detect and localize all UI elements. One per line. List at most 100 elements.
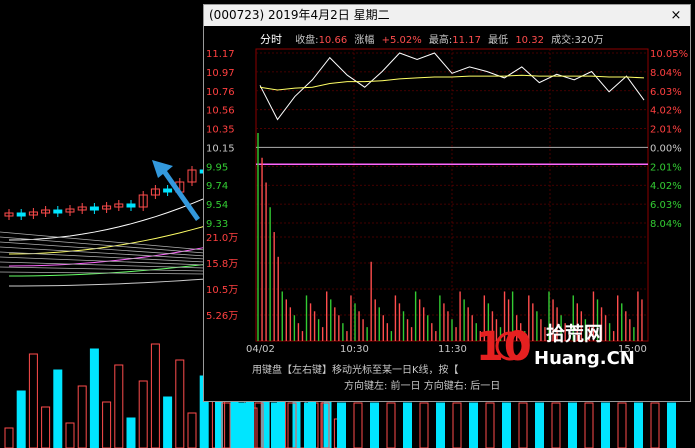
- volume-bar: [16, 390, 26, 448]
- volume-bar: [138, 380, 148, 448]
- price-tick-label: 10.97: [206, 68, 235, 79]
- volume-tick-label: 10.5万: [206, 285, 238, 296]
- volume-tick-label: 15.8万: [206, 259, 238, 270]
- close-label: 收盘:: [295, 35, 319, 46]
- time-tick-label: 11:30: [438, 344, 467, 355]
- candle-body: [126, 203, 136, 208]
- volume-bar: [163, 396, 173, 448]
- volume-bar: [77, 385, 87, 448]
- change-label: 涨幅: [354, 35, 375, 46]
- volume-axis: 21.0万 15.8万 10.5万 5.26万: [206, 233, 238, 322]
- high-value: 11.17: [452, 35, 481, 46]
- volume-bar: [617, 402, 627, 448]
- volume-bar: [584, 402, 594, 448]
- watermark-domain: Huang.CN: [534, 348, 635, 369]
- popup-title-bar: (000723) 2019年4月2日 星期二: [204, 5, 690, 26]
- volume-tick-label: 5.26万: [206, 311, 238, 322]
- volume-value: 320万: [574, 35, 604, 46]
- volume-bar: [175, 359, 185, 448]
- volume-bar: [403, 402, 412, 448]
- percent-tick-label: 4.02%: [650, 181, 682, 192]
- volume-bar: [337, 402, 346, 448]
- time-tick-label: 10:30: [340, 344, 369, 355]
- volume-bar: [452, 402, 462, 448]
- popup-title: (000723) 2019年4月2日 星期二: [209, 8, 390, 22]
- volume-bar: [238, 402, 247, 448]
- percent-tick-label: 8.04%: [650, 219, 682, 230]
- hint-line-1: 用键盘【左右键】移动光标至某一日K线，按【: [252, 365, 459, 376]
- candle-body: [89, 206, 99, 211]
- volume-bar: [419, 402, 429, 448]
- price-tick-label: 10.56: [206, 106, 235, 117]
- volume-bar: [370, 402, 379, 448]
- volume-bar: [353, 402, 363, 448]
- tab-intraday[interactable]: 分时: [260, 33, 282, 46]
- percent-tick-label: 2.01%: [650, 162, 682, 173]
- change-value: +5.02%: [381, 35, 422, 46]
- price-axis-left: 11.17 10.97 10.76 10.56 10.35 10.15 9.95 9.74 9.…: [206, 49, 235, 230]
- price-tick-label: 9.74: [206, 181, 228, 192]
- volume-bar: [436, 402, 445, 448]
- volume-bar: [102, 401, 112, 448]
- volume-bar: [89, 348, 99, 448]
- volume-tick-label: 21.0万: [206, 233, 238, 244]
- volume-bar: [469, 402, 478, 448]
- volume-bar: [386, 402, 396, 448]
- percent-tick-label: 8.04%: [650, 68, 682, 79]
- price-tick-label: 10.35: [206, 125, 235, 136]
- price-tick-label: 9.33: [206, 219, 228, 230]
- price-tick-label: 10.15: [206, 143, 235, 154]
- volume-bar: [650, 402, 660, 448]
- volume-bar: [4, 427, 14, 448]
- candle-body: [53, 209, 63, 214]
- volume-label: 成交:: [551, 35, 575, 46]
- close-value: 10.66: [318, 35, 348, 46]
- long-ma-line: [0, 256, 206, 266]
- close-button[interactable]: ×: [668, 5, 684, 26]
- volume-bar: [518, 402, 528, 448]
- price-tick-label: 11.17: [206, 49, 235, 60]
- volume-bar: [65, 422, 75, 448]
- hint-line-2: 方向键左: 前一日 方向键右: 后一日: [344, 381, 501, 392]
- long-ma-line: [0, 261, 206, 269]
- volume-bar: [230, 402, 239, 448]
- candle-body: [163, 188, 173, 193]
- high-label: 最高:: [428, 35, 453, 46]
- watermark-name: 拾荒网: [546, 322, 603, 345]
- volume-bar: [485, 402, 495, 448]
- info-bar: 分时 收盘:10.66 涨幅 +5.02% 最高:11.17 最低 10.32 …: [260, 31, 608, 47]
- volume-bar: [221, 402, 231, 448]
- low-label: 最低: [488, 35, 509, 46]
- percent-tick-label: 6.03%: [650, 87, 682, 98]
- candle-body: [16, 212, 26, 217]
- volume-bar: [41, 406, 51, 448]
- volume-bar: [667, 402, 676, 448]
- volume-bar: [323, 402, 332, 448]
- volume-bar: [246, 402, 254, 448]
- watermark-logo: 10 拾荒网 Huang.CN: [472, 316, 662, 374]
- volume-bar: [187, 412, 197, 448]
- volume-bar: [114, 364, 124, 448]
- volume-bar: [53, 369, 63, 448]
- volume-bar: [126, 417, 136, 448]
- percent-tick-label: 10.05%: [650, 49, 688, 60]
- percent-tick-label: 2.01%: [650, 125, 682, 136]
- long-ma-line: [0, 236, 206, 254]
- volume-bar: [601, 402, 610, 448]
- chart-grid: [255, 48, 649, 342]
- volume-bar: [568, 402, 577, 448]
- percent-axis-right: 10.05% 8.04% 6.03% 4.02% 2.01% 0.00% 2.01% 4.02…: [650, 49, 688, 230]
- volume-bar: [271, 402, 280, 448]
- price-tick-label: 10.76: [206, 87, 235, 98]
- low-value: 10.32: [515, 35, 544, 46]
- price-tick-label: 9.95: [206, 162, 228, 173]
- time-tick-label: 04/02: [246, 344, 275, 355]
- volume-bar: [502, 402, 511, 448]
- percent-tick-label: 0.00%: [650, 143, 682, 154]
- volume-bar: [535, 402, 544, 448]
- percent-tick-label: 4.02%: [650, 106, 682, 117]
- percent-tick-label: 6.03%: [650, 200, 682, 211]
- volume-bar: [634, 402, 643, 448]
- price-tick-label: 9.54: [206, 200, 228, 211]
- volume-bar: [551, 402, 561, 448]
